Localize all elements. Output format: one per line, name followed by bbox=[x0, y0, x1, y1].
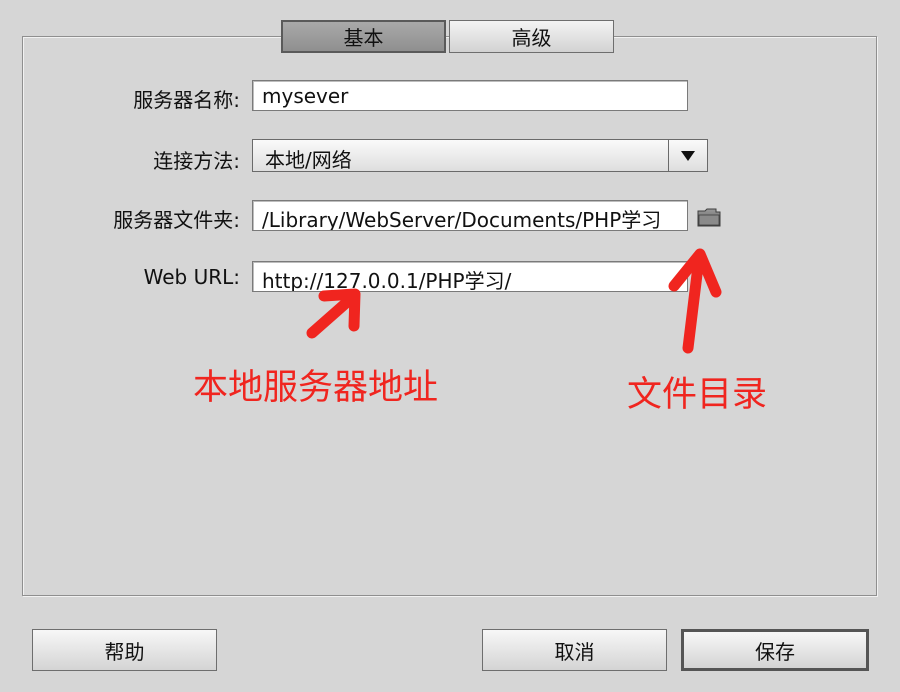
tab-bar: 基本 高级 bbox=[281, 20, 617, 53]
server-folder-label: 服务器文件夹: bbox=[113, 208, 240, 232]
annotation-file-directory: 文件目录 bbox=[627, 375, 768, 415]
tab-advanced[interactable]: 高级 bbox=[449, 20, 614, 53]
web-url-label: Web URL: bbox=[143, 265, 240, 289]
save-button[interactable]: 保存 bbox=[681, 629, 869, 671]
folder-icon[interactable] bbox=[696, 206, 722, 232]
connection-method-value: 本地/网络 bbox=[265, 148, 352, 172]
cancel-button[interactable]: 取消 bbox=[482, 629, 667, 671]
settings-panel bbox=[22, 36, 877, 596]
help-button[interactable]: 帮助 bbox=[32, 629, 217, 671]
connection-method-select[interactable]: 本地/网络 bbox=[252, 139, 708, 172]
annotation-local-server-address: 本地服务器地址 bbox=[193, 368, 439, 408]
triangle-down-icon[interactable] bbox=[668, 140, 707, 171]
server-name-label: 服务器名称: bbox=[133, 88, 240, 112]
server-name-input[interactable]: mysever bbox=[252, 80, 688, 111]
connection-method-label: 连接方法: bbox=[153, 149, 240, 173]
tab-basic[interactable]: 基本 bbox=[281, 20, 446, 53]
web-url-input[interactable]: http://127.0.0.1/PHP学习/ bbox=[252, 261, 688, 292]
server-folder-input[interactable]: /Library/WebServer/Documents/PHP学习 bbox=[252, 200, 688, 231]
